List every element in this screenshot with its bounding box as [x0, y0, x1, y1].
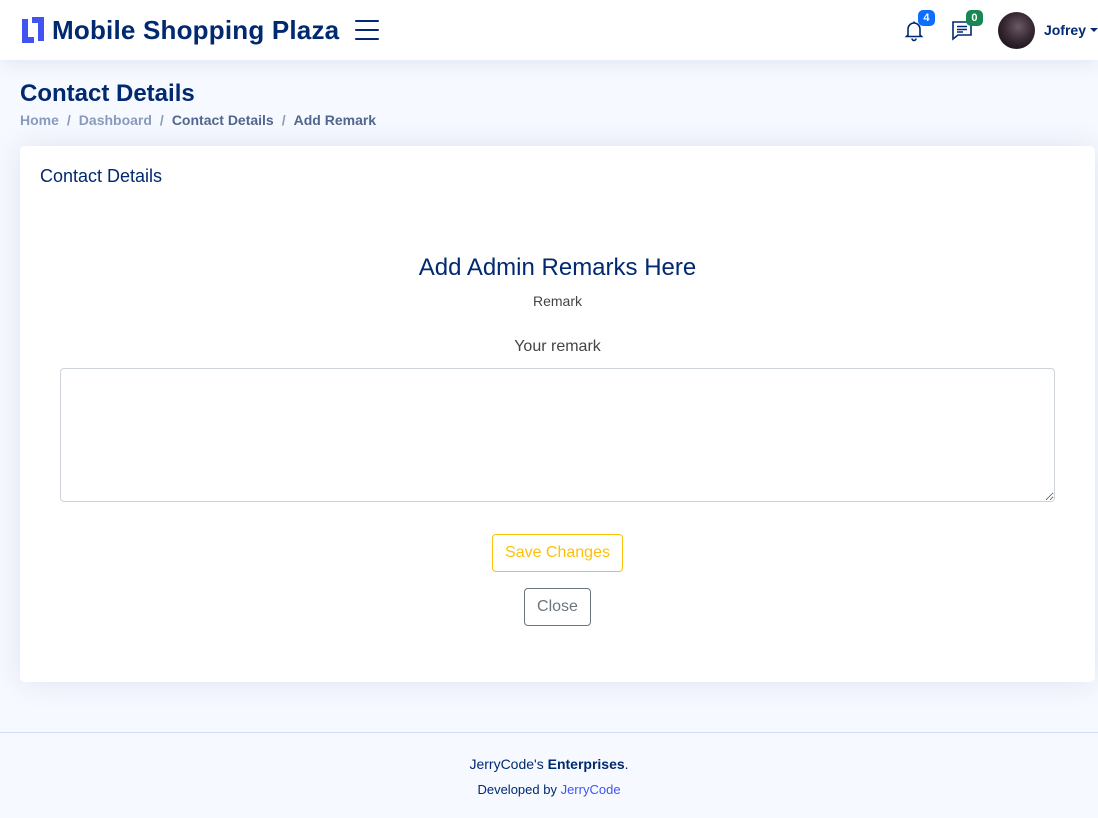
breadcrumb-separator: / — [281, 112, 286, 128]
remark-label: Your remark — [514, 338, 601, 355]
avatar — [997, 11, 1035, 49]
page-title: Contact Details — [20, 80, 195, 107]
header-nav: 4 0 Jofrey — [902, 0, 1098, 60]
remark-card: Contact Details Add Admin Remarks Here R… — [20, 146, 1095, 682]
messages-button[interactable]: 0 — [950, 10, 983, 42]
breadcrumb: Home / Dashboard / Contact Details / Add… — [20, 112, 376, 128]
breadcrumb-current: Add Remark — [293, 112, 377, 128]
footer-developed-prefix: Developed by — [477, 782, 557, 797]
card-title: Contact Details — [40, 166, 163, 186]
breadcrumb-contact-details[interactable]: Contact Details — [172, 112, 274, 128]
footer-company-suffix: . — [624, 756, 629, 772]
footer-company-prefix: JerryCode's — [469, 756, 544, 772]
remark-textarea[interactable] — [60, 368, 1055, 502]
breadcrumb-separator: / — [159, 112, 164, 128]
notifications-button[interactable]: 4 — [902, 10, 935, 42]
brand-logo[interactable]: Mobile Shopping Plaza — [20, 15, 339, 46]
profile-dropdown[interactable]: Jofrey — [997, 11, 1098, 49]
developer-link[interactable]: JerryCode — [561, 782, 621, 797]
page-title-section: Contact Details Home / Dashboard / Conta… — [20, 80, 376, 128]
logo-icon — [20, 17, 46, 43]
form-heading: Add Admin Remarks Here — [418, 254, 697, 281]
breadcrumb-home[interactable]: Home — [20, 112, 59, 128]
breadcrumb-dashboard[interactable]: Dashboard — [79, 112, 152, 128]
save-changes-button[interactable]: Save Changes — [492, 534, 623, 572]
breadcrumb-separator: / — [66, 112, 71, 128]
footer-copyright: JerryCode's Enterprises. — [0, 756, 1098, 772]
notifications-badge: 4 — [917, 10, 935, 26]
close-button[interactable]: Close — [524, 588, 591, 626]
menu-toggle-icon[interactable] — [355, 20, 380, 40]
form-subheading: Remark — [532, 293, 582, 309]
brand-name: Mobile Shopping Plaza — [52, 14, 340, 45]
footer: JerryCode's Enterprises. Developed by Je… — [0, 732, 1098, 818]
top-header: Mobile Shopping Plaza 4 0 Jofrey — [0, 0, 1098, 60]
messages-badge: 0 — [965, 10, 983, 26]
footer-credits: Developed by JerryCode — [0, 782, 1098, 797]
caret-down-icon — [1090, 28, 1098, 32]
profile-name: Jofrey — [1043, 22, 1086, 38]
footer-company-name: Enterprises — [547, 756, 625, 772]
